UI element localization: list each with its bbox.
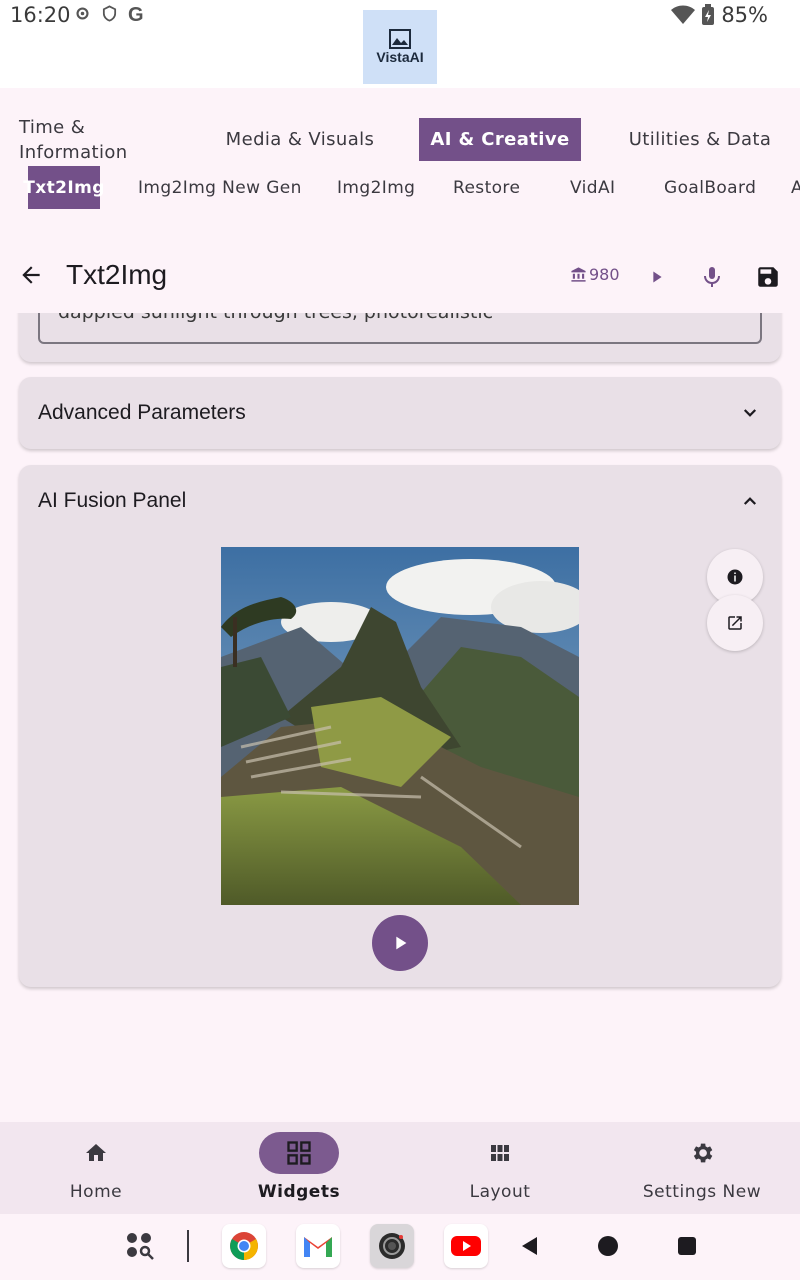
subtab-img2img-new-gen[interactable]: Img2Img New Gen xyxy=(138,166,302,209)
app-search-icon xyxy=(127,1233,154,1260)
youtube-icon xyxy=(451,1236,481,1256)
bottom-navigation: Home Widgets Layout Settings New xyxy=(0,1122,800,1214)
layout-grid-icon xyxy=(491,1145,509,1161)
nav-home-label: Home xyxy=(69,1182,123,1202)
tab-time-information[interactable]: Time & Information xyxy=(19,116,139,164)
credits-count: 980 xyxy=(589,265,620,284)
picture-icon xyxy=(389,29,411,49)
recents-square-icon xyxy=(678,1237,696,1255)
widgets-grid-icon xyxy=(287,1141,311,1165)
nav-widgets-label: Widgets xyxy=(257,1182,341,1202)
ai-fusion-panel-title: AI Fusion Panel xyxy=(38,489,187,512)
taskbar-divider xyxy=(187,1230,189,1262)
subtab-vidai[interactable]: VidAI xyxy=(570,166,615,209)
system-taskbar xyxy=(0,1214,800,1280)
prompt-input[interactable]: dappled sunlight through trees, photorea… xyxy=(38,313,762,344)
app-logo: VistaAI xyxy=(363,10,437,84)
camera-app[interactable] xyxy=(370,1224,414,1268)
generated-image[interactable] xyxy=(221,547,579,905)
subtab-img2img[interactable]: Img2Img xyxy=(337,166,415,209)
back-triangle-icon xyxy=(522,1237,537,1255)
mountain-landscape-image xyxy=(221,547,579,905)
gmail-app[interactable] xyxy=(296,1224,340,1268)
tab-utilities-data[interactable]: Utilities & Data xyxy=(622,118,778,160)
app-search-button[interactable] xyxy=(118,1224,162,1268)
play-icon xyxy=(396,936,407,950)
credits-bank-icon xyxy=(571,267,586,282)
system-back-button[interactable] xyxy=(508,1224,552,1268)
open-external-icon xyxy=(728,616,742,630)
voice-button[interactable] xyxy=(700,263,724,295)
advanced-parameters-card[interactable]: Advanced Parameters xyxy=(19,377,781,449)
chevron-up-icon[interactable] xyxy=(741,492,759,510)
nav-settings-new-label: Settings New xyxy=(642,1182,762,1202)
category-tabs: Time & Information Media & Visuals AI & … xyxy=(0,112,800,164)
nav-layout-label: Layout xyxy=(469,1182,531,1202)
status-right: 85% xyxy=(671,3,768,27)
battery-icon xyxy=(702,4,715,25)
google-icon: G xyxy=(128,4,144,26)
back-arrow-icon xyxy=(22,266,40,284)
play-button[interactable] xyxy=(372,915,428,971)
prompt-card: dappled sunlight through trees, photorea… xyxy=(19,313,781,362)
gmail-icon xyxy=(304,1237,332,1257)
chrome-icon xyxy=(230,1232,258,1260)
play-icon xyxy=(653,271,662,283)
camera-icon xyxy=(379,1233,405,1259)
credits-badge[interactable]: 980 xyxy=(570,265,620,284)
ai-fusion-panel-card: AI Fusion Panel xyxy=(19,465,781,987)
status-time: 16:20 xyxy=(10,3,71,27)
nav-layout[interactable]: Layout xyxy=(400,1132,600,1208)
subtab-overflow[interactable]: A xyxy=(791,166,800,209)
vpn-shield-icon xyxy=(101,4,118,27)
chevron-down-icon[interactable] xyxy=(741,404,759,422)
status-bar: 16:20 G VistaAI 85% xyxy=(0,0,800,88)
subtab-restore[interactable]: Restore xyxy=(453,166,520,209)
wifi-icon xyxy=(671,5,696,24)
battery-percent: 85% xyxy=(721,3,768,27)
back-button[interactable] xyxy=(18,262,50,294)
nav-widgets[interactable]: Widgets xyxy=(199,1132,399,1208)
logo-text: VistaAI xyxy=(376,49,424,65)
chrome-app[interactable] xyxy=(222,1224,266,1268)
sub-tabs: Txt2Img Img2Img New Gen Img2Img Restore … xyxy=(0,166,800,210)
gear-icon xyxy=(693,1143,713,1163)
page-title: Txt2Img xyxy=(66,259,168,290)
status-left-icons: G xyxy=(74,4,144,27)
subtab-txt2img[interactable]: Txt2Img xyxy=(23,166,104,209)
content-scroll[interactable]: dappled sunlight through trees, photorea… xyxy=(0,313,800,993)
prompt-text: dappled sunlight through trees, photorea… xyxy=(58,313,493,323)
run-button[interactable] xyxy=(646,263,668,295)
advanced-parameters-title: Advanced Parameters xyxy=(38,401,246,424)
system-recents-button[interactable] xyxy=(665,1224,709,1268)
youtube-app[interactable] xyxy=(444,1224,488,1268)
home-circle-icon xyxy=(598,1236,618,1256)
home-icon xyxy=(86,1144,106,1161)
nav-home[interactable]: Home xyxy=(0,1132,196,1208)
tab-ai-creative[interactable]: AI & Creative xyxy=(419,118,581,161)
tab-media-visuals[interactable]: Media & Visuals xyxy=(218,118,382,160)
nav-settings-new[interactable]: Settings New xyxy=(602,1132,800,1208)
mic-icon xyxy=(704,267,720,287)
info-icon xyxy=(727,569,743,585)
system-home-button[interactable] xyxy=(586,1224,630,1268)
settings-icon xyxy=(74,5,91,27)
top-app-bar: Txt2Img 980 xyxy=(0,250,800,304)
save-icon xyxy=(758,267,778,287)
subtab-goalboard[interactable]: GoalBoard xyxy=(664,166,756,209)
open-external-button[interactable] xyxy=(707,595,763,651)
save-button[interactable] xyxy=(755,263,781,295)
